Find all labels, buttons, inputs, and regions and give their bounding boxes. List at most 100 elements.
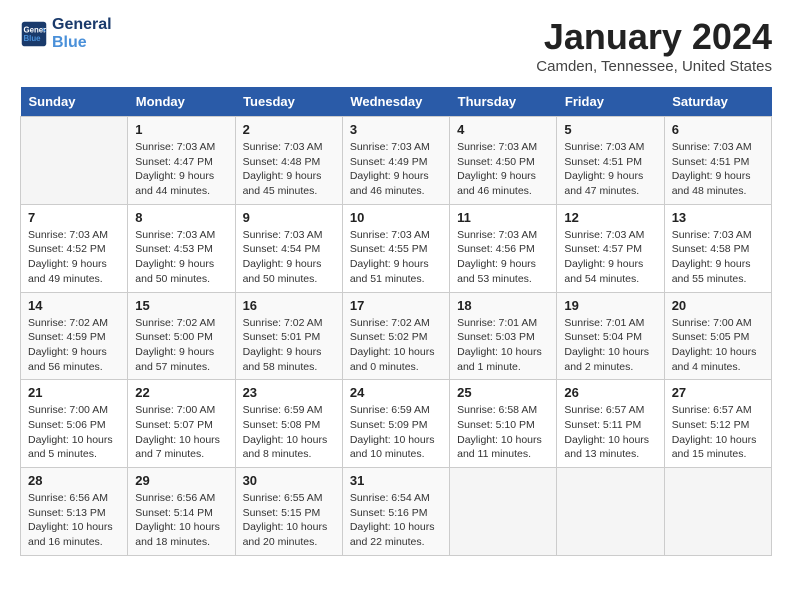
calendar-cell: 5 Sunrise: 7:03 AMSunset: 4:51 PMDaylight… [557,117,664,205]
day-number: 9 [243,210,335,225]
day-number: 8 [135,210,227,225]
day-number: 28 [28,473,120,488]
day-info: Sunrise: 7:02 AMSunset: 4:59 PMDaylight:… [28,316,120,375]
day-info: Sunrise: 7:00 AMSunset: 5:05 PMDaylight:… [672,316,764,375]
calendar-cell: 10 Sunrise: 7:03 AMSunset: 4:55 PMDayligh… [342,204,449,292]
day-info: Sunrise: 7:03 AMSunset: 4:52 PMDaylight:… [28,228,120,287]
calendar-cell: 14 Sunrise: 7:02 AMSunset: 4:59 PMDayligh… [21,292,128,380]
calendar-week-row: 21Sunrise: 7:00 AMSunset: 5:06 PMDayligh… [21,380,772,468]
day-info: Sunrise: 6:55 AMSunset: 5:15 PMDaylight:… [243,491,335,550]
day-number: 10 [350,210,442,225]
calendar-cell: 27 Sunrise: 6:57 AMSunset: 5:12 PMDayligh… [664,380,771,468]
day-number: 13 [672,210,764,225]
day-info: Sunrise: 7:02 AMSunset: 5:00 PMDaylight:… [135,316,227,375]
day-info: Sunrise: 7:03 AMSunset: 4:57 PMDaylight:… [564,228,656,287]
calendar-cell: 6 Sunrise: 7:03 AMSunset: 4:51 PMDaylight… [664,117,771,205]
calendar-cell: 2 Sunrise: 7:03 AMSunset: 4:48 PMDaylight… [235,117,342,205]
calendar-cell: 28 Sunrise: 6:56 AMSunset: 5:13 PMDayligh… [21,468,128,556]
day-info: Sunrise: 6:54 AMSunset: 5:16 PMDaylight:… [350,491,442,550]
day-number: 27 [672,385,764,400]
calendar-cell: 8 Sunrise: 7:03 AMSunset: 4:53 PMDaylight… [128,204,235,292]
calendar-cell: 4Sunrise: 7:03 AMSunset: 4:50 PMDaylight… [450,117,557,205]
day-number: 3 [350,122,442,137]
day-number: 29 [135,473,227,488]
day-info: Sunrise: 7:03 AMSunset: 4:47 PMDaylight:… [135,140,227,199]
day-info: Sunrise: 6:56 AMSunset: 5:13 PMDaylight:… [28,491,120,550]
day-number: 23 [243,385,335,400]
calendar-cell: 22Sunrise: 7:00 AMSunset: 5:07 PMDayligh… [128,380,235,468]
weekday-header-saturday: Saturday [664,87,771,117]
day-number: 7 [28,210,120,225]
day-info: Sunrise: 7:01 AMSunset: 5:04 PMDaylight:… [564,316,656,375]
day-info: Sunrise: 7:03 AMSunset: 4:53 PMDaylight:… [135,228,227,287]
page-header: General Blue General Blue January 2024 C… [20,16,772,75]
day-number: 22 [135,385,227,400]
day-number: 16 [243,298,335,313]
calendar-cell: 20Sunrise: 7:00 AMSunset: 5:05 PMDayligh… [664,292,771,380]
day-number: 25 [457,385,549,400]
day-number: 19 [564,298,656,313]
day-number: 31 [350,473,442,488]
calendar-week-row: 7 Sunrise: 7:03 AMSunset: 4:52 PMDaylight… [21,204,772,292]
weekday-header-thursday: Thursday [450,87,557,117]
calendar-header: SundayMondayTuesdayWednesdayThursdayFrid… [21,87,772,117]
day-info: Sunrise: 7:03 AMSunset: 4:51 PMDaylight:… [672,140,764,199]
weekday-header-tuesday: Tuesday [235,87,342,117]
calendar-cell: 19 Sunrise: 7:01 AMSunset: 5:04 PMDayligh… [557,292,664,380]
calendar-week-row: 1 Sunrise: 7:03 AMSunset: 4:47 PMDaylight… [21,117,772,205]
logo-text-blue: Blue [52,34,112,52]
calendar-body: 1 Sunrise: 7:03 AMSunset: 4:47 PMDaylight… [21,117,772,556]
calendar-cell: 11 Sunrise: 7:03 AMSunset: 4:56 PMDayligh… [450,204,557,292]
calendar-cell: 30 Sunrise: 6:55 AMSunset: 5:15 PMDayligh… [235,468,342,556]
month-year-title: January 2024 [536,16,772,58]
calendar-cell [557,468,664,556]
calendar-cell: 17 Sunrise: 7:02 AMSunset: 5:02 PMDayligh… [342,292,449,380]
calendar-cell: 12 Sunrise: 7:03 AMSunset: 4:57 PMDayligh… [557,204,664,292]
day-number: 30 [243,473,335,488]
day-info: Sunrise: 7:03 AMSunset: 4:56 PMDaylight:… [457,228,549,287]
day-number: 6 [672,122,764,137]
calendar-cell: 31 Sunrise: 6:54 AMSunset: 5:16 PMDayligh… [342,468,449,556]
day-info: Sunrise: 7:02 AMSunset: 5:02 PMDaylight:… [350,316,442,375]
weekday-header-sunday: Sunday [21,87,128,117]
logo-icon: General Blue [20,20,48,48]
day-number: 15 [135,298,227,313]
day-number: 17 [350,298,442,313]
day-number: 1 [135,122,227,137]
calendar-cell: 9 Sunrise: 7:03 AMSunset: 4:54 PMDaylight… [235,204,342,292]
day-number: 26 [564,385,656,400]
day-info: Sunrise: 7:03 AMSunset: 4:51 PMDaylight:… [564,140,656,199]
weekday-header-wednesday: Wednesday [342,87,449,117]
calendar-cell: 15 Sunrise: 7:02 AMSunset: 5:00 PMDayligh… [128,292,235,380]
day-info: Sunrise: 7:03 AMSunset: 4:48 PMDaylight:… [243,140,335,199]
day-number: 11 [457,210,549,225]
calendar-cell: 1 Sunrise: 7:03 AMSunset: 4:47 PMDaylight… [128,117,235,205]
day-info: Sunrise: 7:03 AMSunset: 4:54 PMDaylight:… [243,228,335,287]
calendar-cell [664,468,771,556]
day-info: Sunrise: 7:03 AMSunset: 4:58 PMDaylight:… [672,228,764,287]
day-number: 5 [564,122,656,137]
calendar-cell [21,117,128,205]
day-number: 14 [28,298,120,313]
day-number: 2 [243,122,335,137]
day-info: Sunrise: 7:02 AMSunset: 5:01 PMDaylight:… [243,316,335,375]
day-info: Sunrise: 7:03 AMSunset: 4:50 PMDaylight:… [457,140,549,199]
calendar-cell: 3 Sunrise: 7:03 AMSunset: 4:49 PMDaylight… [342,117,449,205]
day-info: Sunrise: 7:01 AMSunset: 5:03 PMDaylight:… [457,316,549,375]
day-info: Sunrise: 6:59 AMSunset: 5:08 PMDaylight:… [243,403,335,462]
svg-text:Blue: Blue [24,34,42,43]
day-number: 12 [564,210,656,225]
calendar-week-row: 28 Sunrise: 6:56 AMSunset: 5:13 PMDayligh… [21,468,772,556]
calendar-cell: 29Sunrise: 6:56 AMSunset: 5:14 PMDayligh… [128,468,235,556]
day-info: Sunrise: 7:03 AMSunset: 4:49 PMDaylight:… [350,140,442,199]
day-info: Sunrise: 6:57 AMSunset: 5:11 PMDaylight:… [564,403,656,462]
day-info: Sunrise: 7:03 AMSunset: 4:55 PMDaylight:… [350,228,442,287]
calendar-table: SundayMondayTuesdayWednesdayThursdayFrid… [20,87,772,556]
weekday-header-friday: Friday [557,87,664,117]
calendar-cell: 7 Sunrise: 7:03 AMSunset: 4:52 PMDaylight… [21,204,128,292]
calendar-cell: 16 Sunrise: 7:02 AMSunset: 5:01 PMDayligh… [235,292,342,380]
calendar-cell [450,468,557,556]
calendar-cell: 13 Sunrise: 7:03 AMSunset: 4:58 PMDayligh… [664,204,771,292]
day-info: Sunrise: 6:57 AMSunset: 5:12 PMDaylight:… [672,403,764,462]
day-number: 18 [457,298,549,313]
